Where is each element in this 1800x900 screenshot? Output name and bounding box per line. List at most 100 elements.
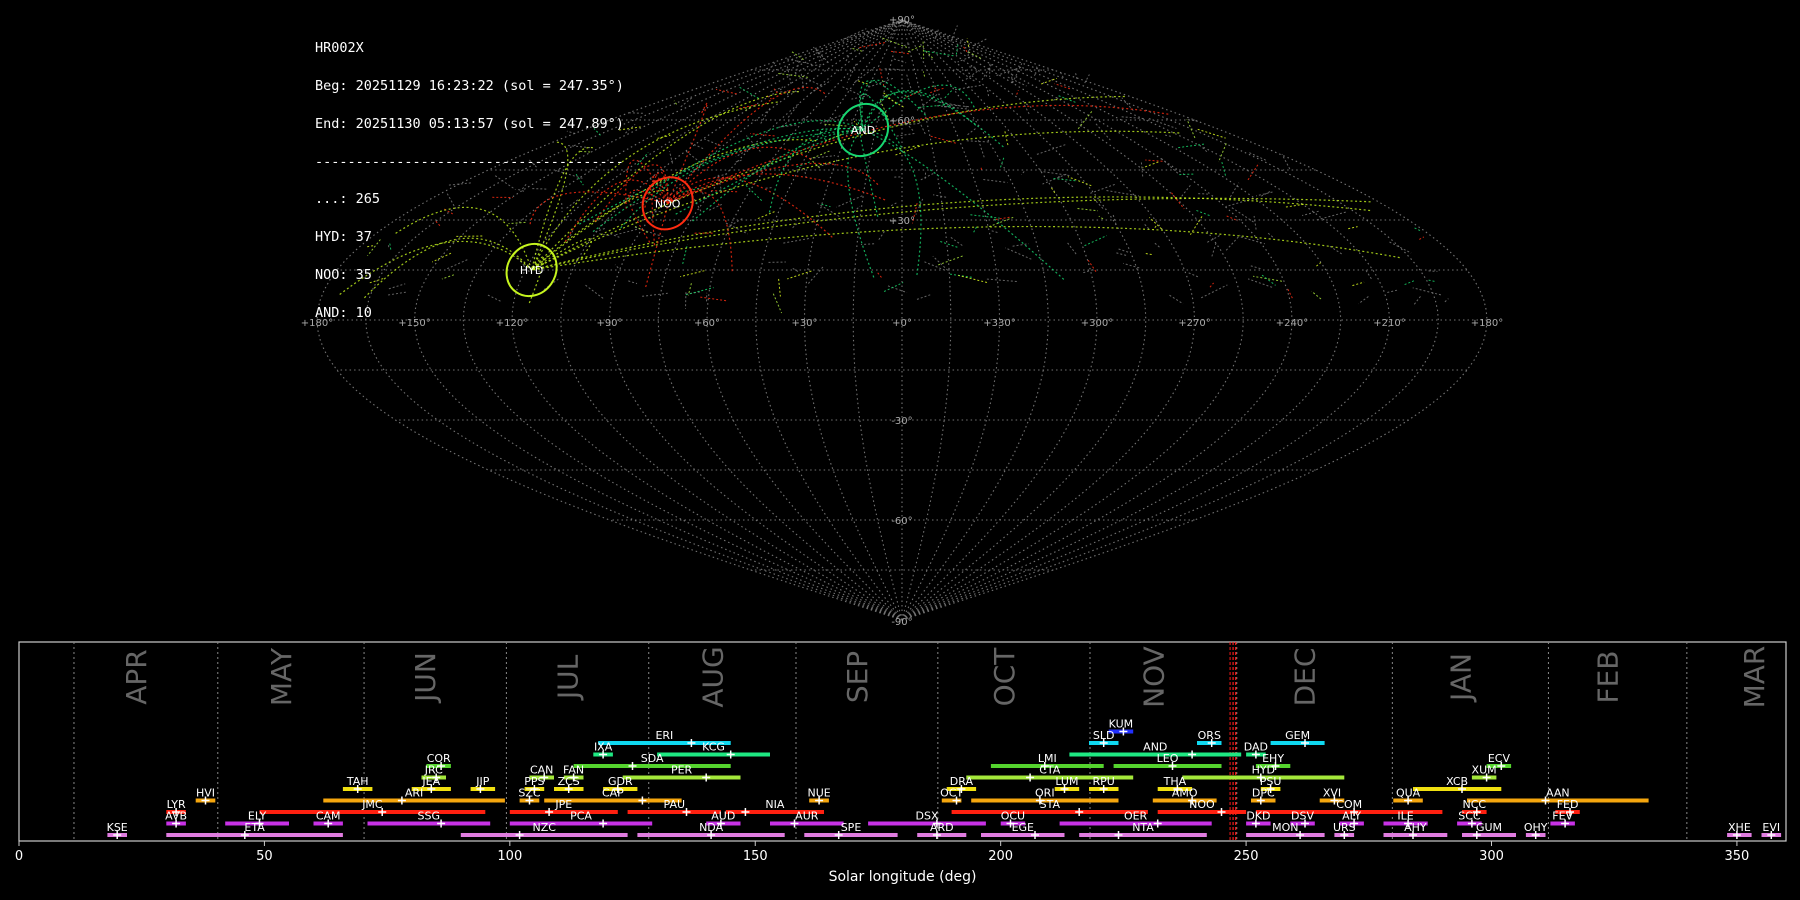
meteor-trail: [791, 50, 804, 61]
meteor-trail: [1116, 248, 1129, 253]
meteor-trail: [628, 112, 644, 114]
meteor-trail: [845, 53, 851, 62]
meteor-trail: [1404, 280, 1415, 286]
shower-label: SSG: [418, 810, 441, 823]
shower-label: XUM: [1472, 764, 1497, 777]
lon-tick-label: +60°: [694, 318, 720, 329]
meteor-trail: [1178, 143, 1206, 149]
shower-label: ETA: [244, 821, 265, 834]
shower-label: JIP: [475, 775, 489, 788]
meteor-trail: [1179, 173, 1196, 176]
meteor-trail: [922, 71, 926, 77]
lat-tick-label: -60°: [891, 516, 912, 527]
meteor-trail: [893, 58, 907, 64]
shower-label: SPE: [841, 821, 862, 834]
radiant-trail: [862, 129, 1065, 280]
meteor-trail: [749, 133, 775, 137]
meteor-trail: [1412, 287, 1442, 296]
meteor-trail: [1198, 193, 1208, 195]
meteor-trail: [1169, 294, 1184, 305]
shower-label: AUR: [795, 810, 819, 823]
meteor-trail: [802, 115, 811, 120]
shower-label: CAM: [316, 810, 341, 823]
lat-tick-label: -90°: [891, 617, 912, 628]
meteor-trail: [1179, 184, 1191, 200]
meteor-trail: [628, 280, 638, 285]
meteor-trail: [1444, 298, 1449, 303]
meteor-trail: [711, 190, 738, 193]
month-label: JUL: [552, 654, 585, 701]
month-label: JUN: [409, 652, 442, 704]
meteor-trail: [1428, 279, 1437, 283]
shower-label: DPC: [1252, 787, 1275, 800]
meteor-trail: [700, 296, 727, 302]
lat-tick-label: +60°: [889, 116, 915, 127]
meteor-trail: [836, 195, 863, 208]
shower-label: PCA: [570, 810, 592, 823]
shower-label: KSE: [107, 821, 128, 834]
shower-label: SZC: [518, 787, 541, 800]
meteor-trail: [1004, 131, 1009, 147]
meteor-trail: [735, 159, 743, 163]
meteor-trail: [1032, 73, 1036, 78]
lon-tick-label: +300°: [1081, 318, 1113, 329]
shower-label: XHE: [1728, 821, 1751, 834]
meteor-trail: [1053, 178, 1077, 182]
meteor-trail: [781, 238, 809, 244]
meteor-trail: [1225, 234, 1241, 251]
meteor-trail: [1012, 63, 1023, 84]
meteor-trail: [1413, 227, 1421, 232]
month-label: AUG: [696, 646, 729, 707]
meteor-trail: [1327, 244, 1342, 255]
meteor-trail: [738, 86, 759, 99]
meteor-trail: [906, 74, 913, 93]
meteor-trail: [1419, 236, 1425, 240]
shower-label: ERI: [655, 729, 673, 742]
shower-label: AVB: [165, 810, 187, 823]
meteor-trail: [922, 41, 925, 60]
meteor-trail: [1186, 271, 1199, 278]
meteor-trail: [923, 50, 954, 57]
x-tick-label: 250: [1234, 849, 1259, 864]
lon-tick-label: +180°: [1471, 318, 1503, 329]
meteor-trail: [1230, 206, 1254, 223]
meteor-trail: [884, 68, 900, 70]
meteor-trail: [984, 278, 1017, 282]
meteor-trail: [1145, 159, 1163, 162]
meteor-trail: [991, 230, 998, 234]
shower-label: OCT: [940, 787, 963, 800]
shower-label: AHY: [1404, 821, 1427, 834]
shower-label: ARD: [930, 821, 954, 834]
meteor-trail: [930, 135, 957, 144]
meteor-trail: [1428, 270, 1438, 272]
meteor-trail: [1253, 275, 1283, 282]
shower-label: LUM: [1055, 775, 1078, 788]
info-count-hyd: HYD: 37: [315, 229, 372, 246]
info-title: HR002X: [315, 40, 364, 57]
radiant-label: NOO: [655, 197, 681, 210]
x-tick-label: 300: [1479, 849, 1504, 864]
meteor-trail: [1075, 73, 1078, 80]
meteor-trail: [877, 272, 883, 280]
info-end: End: 20251130 05:13:57 (sol = 247.89°): [315, 115, 624, 132]
meteor-trail: [859, 42, 886, 49]
meteor-trail: [915, 294, 931, 301]
meteor-trail: [625, 124, 636, 134]
meteor-trail: [1221, 160, 1226, 176]
lon-tick-label: +240°: [1276, 318, 1308, 329]
shower-label: RPU: [1093, 775, 1115, 788]
month-label: DEC: [1289, 648, 1322, 707]
meteor-trail: [824, 123, 848, 127]
meteor-trail: [1200, 284, 1228, 299]
x-tick-label: 350: [1725, 849, 1750, 864]
shower-label: EVI: [1762, 821, 1780, 834]
meteor-trail: [816, 202, 840, 217]
meteor-trail: [1084, 74, 1090, 84]
meteor-trail: [1007, 76, 1027, 87]
x-tick-label: 150: [743, 849, 768, 864]
meteor-trail: [1036, 144, 1066, 155]
meteor-trail: [1247, 162, 1260, 181]
meteor-trail: [936, 255, 963, 267]
month-label: OCT: [988, 647, 1021, 707]
shower-label: ZCS: [558, 775, 580, 788]
